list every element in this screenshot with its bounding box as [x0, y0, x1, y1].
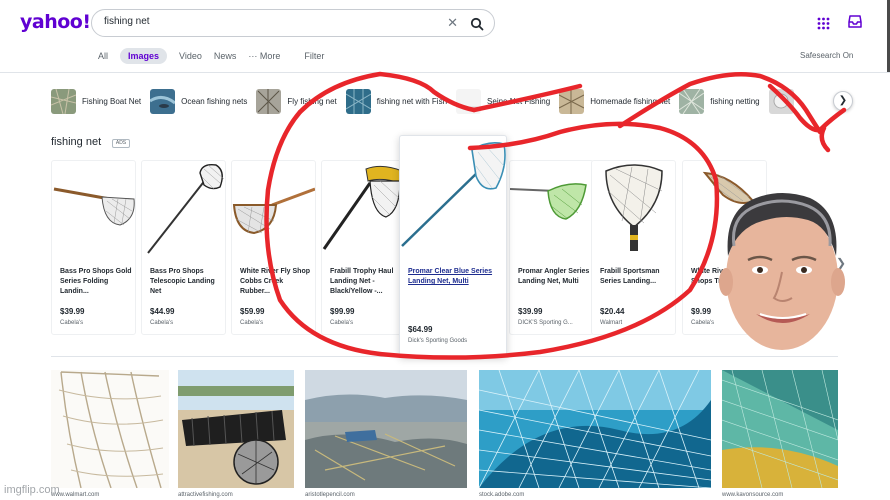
product-image — [147, 163, 225, 254]
image-source[interactable]: stock.adobe.com — [479, 492, 524, 498]
product-store: Cabela's — [330, 320, 354, 326]
product-title: Promar Clear Blue Series Landing Net, Mu… — [408, 268, 493, 285]
product-store: Walmart — [600, 320, 623, 326]
image-result[interactable] — [722, 370, 838, 488]
product-image — [510, 183, 587, 220]
related-thumbnail — [150, 88, 176, 114]
image-result[interactable] — [305, 370, 467, 488]
product-price: $99.99 — [330, 307, 355, 316]
product-image — [322, 165, 403, 250]
tab-video[interactable]: Video — [179, 48, 202, 64]
related-thumbnail — [559, 88, 585, 114]
net-image — [305, 370, 467, 488]
related-chip[interactable]: Fishing Boat Net — [51, 88, 141, 114]
related-thumbnail — [768, 88, 794, 114]
product-card[interactable]: Promar Angler Series Landing Net, Multi … — [509, 160, 594, 335]
net-image — [722, 370, 838, 488]
product-card[interactable]: White River Fly Shop Cobbs Creek Rubber.… — [231, 160, 316, 335]
net-image — [178, 370, 294, 488]
search-input[interactable] — [104, 16, 434, 27]
product-store: Cabela's — [691, 320, 715, 326]
product-store: Cabela's — [60, 320, 84, 326]
tab-all[interactable]: All — [98, 48, 108, 64]
product-price: $9.99 — [691, 307, 712, 316]
related-thumbnail — [345, 88, 371, 114]
image-result[interactable] — [479, 370, 711, 488]
filter-button[interactable]: Filter — [304, 48, 324, 64]
net-image — [479, 370, 711, 488]
related-thumbnail — [679, 88, 705, 114]
product-price: $59.99 — [240, 307, 265, 316]
related-chip[interactable]: Homemade fishing net — [559, 88, 670, 114]
image-result[interactable] — [178, 370, 294, 488]
related-chip[interactable]: Fly fishing net — [256, 88, 337, 114]
product-image — [605, 164, 663, 251]
related-thumbnail — [456, 88, 482, 114]
product-store: Dick's Sporting Goods — [408, 338, 468, 344]
search-tabs: All Images Video News ··· More Filter — [98, 46, 336, 66]
product-card[interactable]: Frabill Trophy Haul Landing Net - Black/… — [321, 160, 406, 335]
safesearch-toggle[interactable]: Safesearch On — [800, 51, 853, 60]
shopping-section-title: fishing net — [51, 136, 102, 148]
ads-badge: ADS — [112, 139, 130, 148]
product-store: Cabela's — [150, 320, 174, 326]
product-image — [53, 187, 135, 226]
product-title: White River Fly Shop Cobbs Creek Rubber.… — [240, 268, 311, 295]
image-source[interactable]: attractivefishing.com — [178, 492, 233, 498]
product-title: Bass Pro Shops Gold Series Folding Landi… — [60, 268, 132, 295]
related-thumbnail — [51, 88, 76, 114]
product-image — [401, 142, 506, 247]
mail-icon[interactable] — [848, 15, 862, 28]
product-price: $44.99 — [150, 307, 175, 316]
product-price: $39.99 — [518, 307, 543, 316]
product-card[interactable]: Frabill Sportsman Series Landing... $20.… — [591, 160, 676, 335]
product-price: $20.44 — [600, 307, 625, 316]
product-price: $64.99 — [408, 325, 433, 334]
product-card[interactable]: Bass Pro Shops Gold Series Folding Landi… — [51, 160, 136, 335]
related-searches: Fishing Boat Net Ocean fishing nets Fly … — [51, 88, 809, 114]
yahoo-logo[interactable]: yahoo! — [20, 11, 91, 33]
product-title: Frabill Sportsman Series Landing... — [600, 268, 660, 285]
product-title: Promar Angler Series Landing Net, Multi — [518, 268, 590, 285]
product-price: $39.99 — [60, 307, 85, 316]
image-source[interactable]: www.kavonsource.com — [722, 492, 783, 498]
search-icon[interactable] — [470, 17, 484, 31]
product-title: Frabill Trophy Haul Landing Net - Black/… — [330, 268, 394, 295]
product-card[interactable]: Bass Pro Shops Telescopic Landing Net $4… — [141, 160, 226, 335]
related-chip[interactable] — [768, 88, 800, 114]
related-chip[interactable]: Ocean fishing nets — [150, 88, 247, 114]
product-image — [232, 187, 315, 235]
product-store: DICK'S Sporting G... — [518, 320, 573, 326]
clear-icon[interactable]: ✕ — [447, 15, 458, 31]
net-image — [51, 370, 169, 488]
product-store: Cabela's — [240, 320, 264, 326]
related-thumbnail — [256, 88, 282, 114]
product-title: Bass Pro Shops Telescopic Landing Net — [150, 268, 215, 295]
image-source[interactable]: aristotlepencil.com — [305, 492, 355, 498]
image-result[interactable] — [51, 370, 169, 488]
related-next-button[interactable]: ❯ — [833, 91, 853, 111]
tab-news[interactable]: News — [214, 48, 237, 64]
product-card-featured[interactable]: Promar Clear Blue Series Landing Net, Mu… — [399, 135, 507, 357]
tab-images[interactable]: Images — [120, 48, 168, 64]
header-divider — [0, 72, 890, 73]
related-chip[interactable]: fishing net with Fish — [345, 88, 447, 114]
tab-more[interactable]: ··· More — [248, 48, 280, 64]
related-chip[interactable]: fishing netting — [679, 88, 760, 114]
pasted-face-image — [719, 193, 845, 350]
search-box[interactable]: ✕ — [91, 9, 495, 37]
chevron-right-icon: ❯ — [838, 95, 848, 106]
imgflip-watermark: imgflip.com — [4, 484, 60, 496]
related-chip[interactable]: Seine Net Fishing — [456, 88, 550, 114]
apps-grid-icon[interactable] — [817, 17, 830, 30]
